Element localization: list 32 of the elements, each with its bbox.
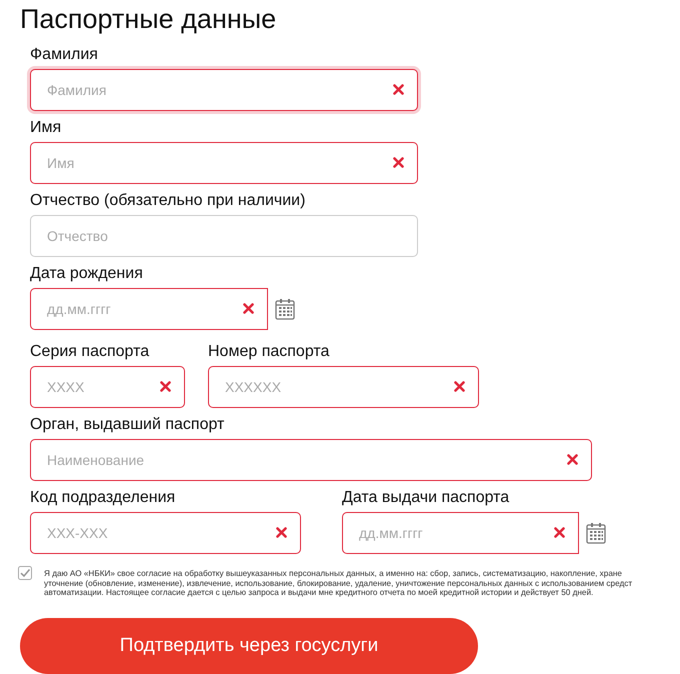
clear-icon[interactable] xyxy=(276,527,287,538)
text-field[interactable]: дд.мм.гггг xyxy=(30,288,268,330)
text-field[interactable]: XXXXXX xyxy=(208,366,479,408)
text-field[interactable]: XXX-XXX xyxy=(30,512,301,554)
clear-icon[interactable] xyxy=(454,381,465,392)
text-field[interactable]: Отчество xyxy=(30,215,418,257)
field-label: Фамилия xyxy=(30,45,99,65)
field-label: Отчество (обязательно при наличии) xyxy=(30,191,306,211)
text-field[interactable]: дд.мм.гггг xyxy=(342,512,579,554)
field-label: Номер паспорта xyxy=(208,342,330,362)
clear-icon[interactable] xyxy=(243,303,254,314)
calendar-icon[interactable] xyxy=(275,298,295,320)
field-label: Орган, выдавший паспорт xyxy=(30,415,226,435)
field-label: Имя xyxy=(30,118,62,138)
text-field[interactable]: Имя xyxy=(30,142,418,184)
clear-icon[interactable] xyxy=(567,454,578,465)
text-field[interactable]: Наименование xyxy=(30,439,592,481)
clear-icon[interactable] xyxy=(160,381,171,392)
page-title: Паспортные данные xyxy=(19,3,278,36)
clear-icon[interactable] xyxy=(393,84,404,95)
text-field[interactable]: XXXX xyxy=(30,366,185,408)
submit-button[interactable]: Подтвердить через госуслуги xyxy=(20,618,478,674)
text-field[interactable]: Фамилия xyxy=(30,69,418,111)
clear-icon[interactable] xyxy=(393,157,404,168)
field-label: Дата выдачи паспорта xyxy=(342,488,510,508)
consent-text: Я даю АО «НБКИ» свое согласие на обработку вышеуказанных персональных данных, а именно на: сбор, запись, систематизацию, накопление, хране уточнение (обновление, изменение), извлечение, использование, блокирование, удаление, уничтожение персональных данных с использованием средст автоматизации. Настоящее согласие дается с целью запроса и выдачи мне кредитного отчета по моей кредитной истории и действует 50 дней. xyxy=(44,568,632,598)
clear-icon[interactable] xyxy=(554,527,565,538)
consent-checkbox[interactable] xyxy=(18,566,32,580)
field-label: Серия паспорта xyxy=(30,342,150,362)
calendar-icon[interactable] xyxy=(586,522,606,544)
field-label: Дата рождения xyxy=(30,264,144,284)
field-label: Код подразделения xyxy=(30,488,176,508)
